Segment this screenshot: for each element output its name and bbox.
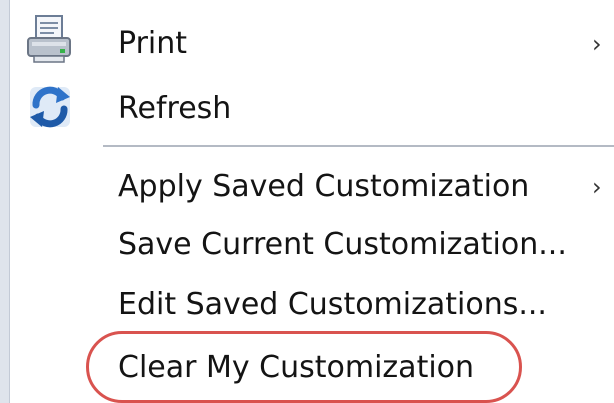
menu-separator xyxy=(103,145,614,147)
menu-item-label: Clear My Customization xyxy=(118,350,475,385)
context-menu: Print › Refresh Apply Saved Customizatio… xyxy=(0,0,614,403)
menu-item-label: Edit Saved Customizations... xyxy=(118,287,547,322)
menu-item-refresh[interactable]: Refresh xyxy=(0,77,614,141)
menu-item-label: Refresh xyxy=(118,91,232,126)
printer-icon xyxy=(27,15,71,63)
submenu-arrow-icon: › xyxy=(592,173,602,201)
menu-item-save-current-customization[interactable]: Save Current Customization... xyxy=(0,213,614,277)
menu-item-clear-my-customization[interactable]: Clear My Customization xyxy=(0,336,614,400)
menu-item-apply-saved-customization[interactable]: Apply Saved Customization › xyxy=(0,155,614,219)
menu-item-label: Print xyxy=(118,26,188,61)
menu-item-label: Save Current Customization... xyxy=(118,227,567,262)
menu-item-print[interactable]: Print › xyxy=(0,12,614,76)
submenu-arrow-icon: › xyxy=(592,30,602,58)
menu-item-label: Apply Saved Customization xyxy=(118,169,530,204)
menu-item-edit-saved-customizations[interactable]: Edit Saved Customizations... xyxy=(0,273,614,337)
refresh-icon xyxy=(30,86,70,128)
